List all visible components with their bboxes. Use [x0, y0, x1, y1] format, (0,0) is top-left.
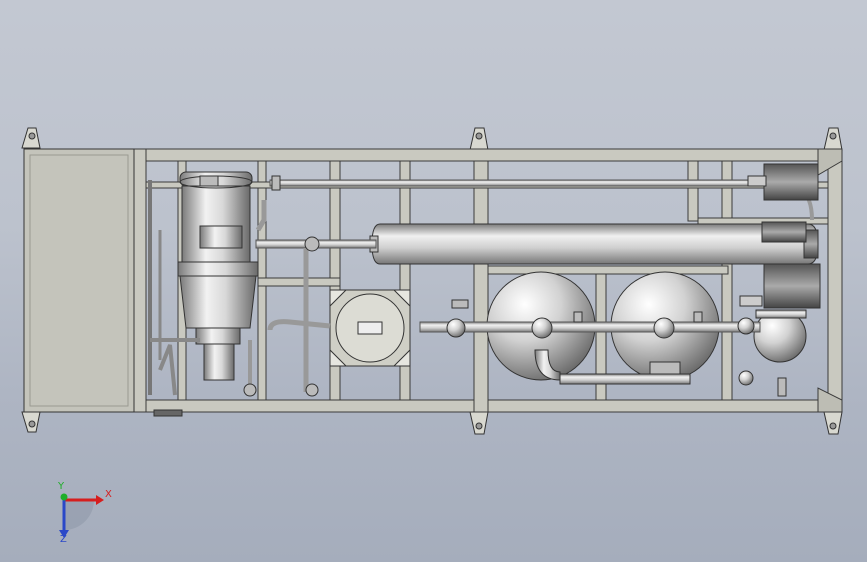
z-axis-label: Z [60, 534, 67, 545]
pump-motor-assembly [177, 171, 259, 381]
junction-box [329, 289, 411, 367]
x-arrow-icon [96, 495, 104, 505]
coordinate-triad: X Y Z [57, 481, 112, 545]
y-axis-icon [60, 493, 68, 501]
horizontal-vessel [369, 223, 819, 265]
x-axis-label: X [105, 489, 112, 500]
cad-graphics-viewport[interactable]: X Y Z [0, 0, 867, 562]
triad-plane-icon [64, 500, 94, 530]
y-axis-label: Y [57, 481, 65, 492]
control-cabinet [23, 148, 183, 417]
